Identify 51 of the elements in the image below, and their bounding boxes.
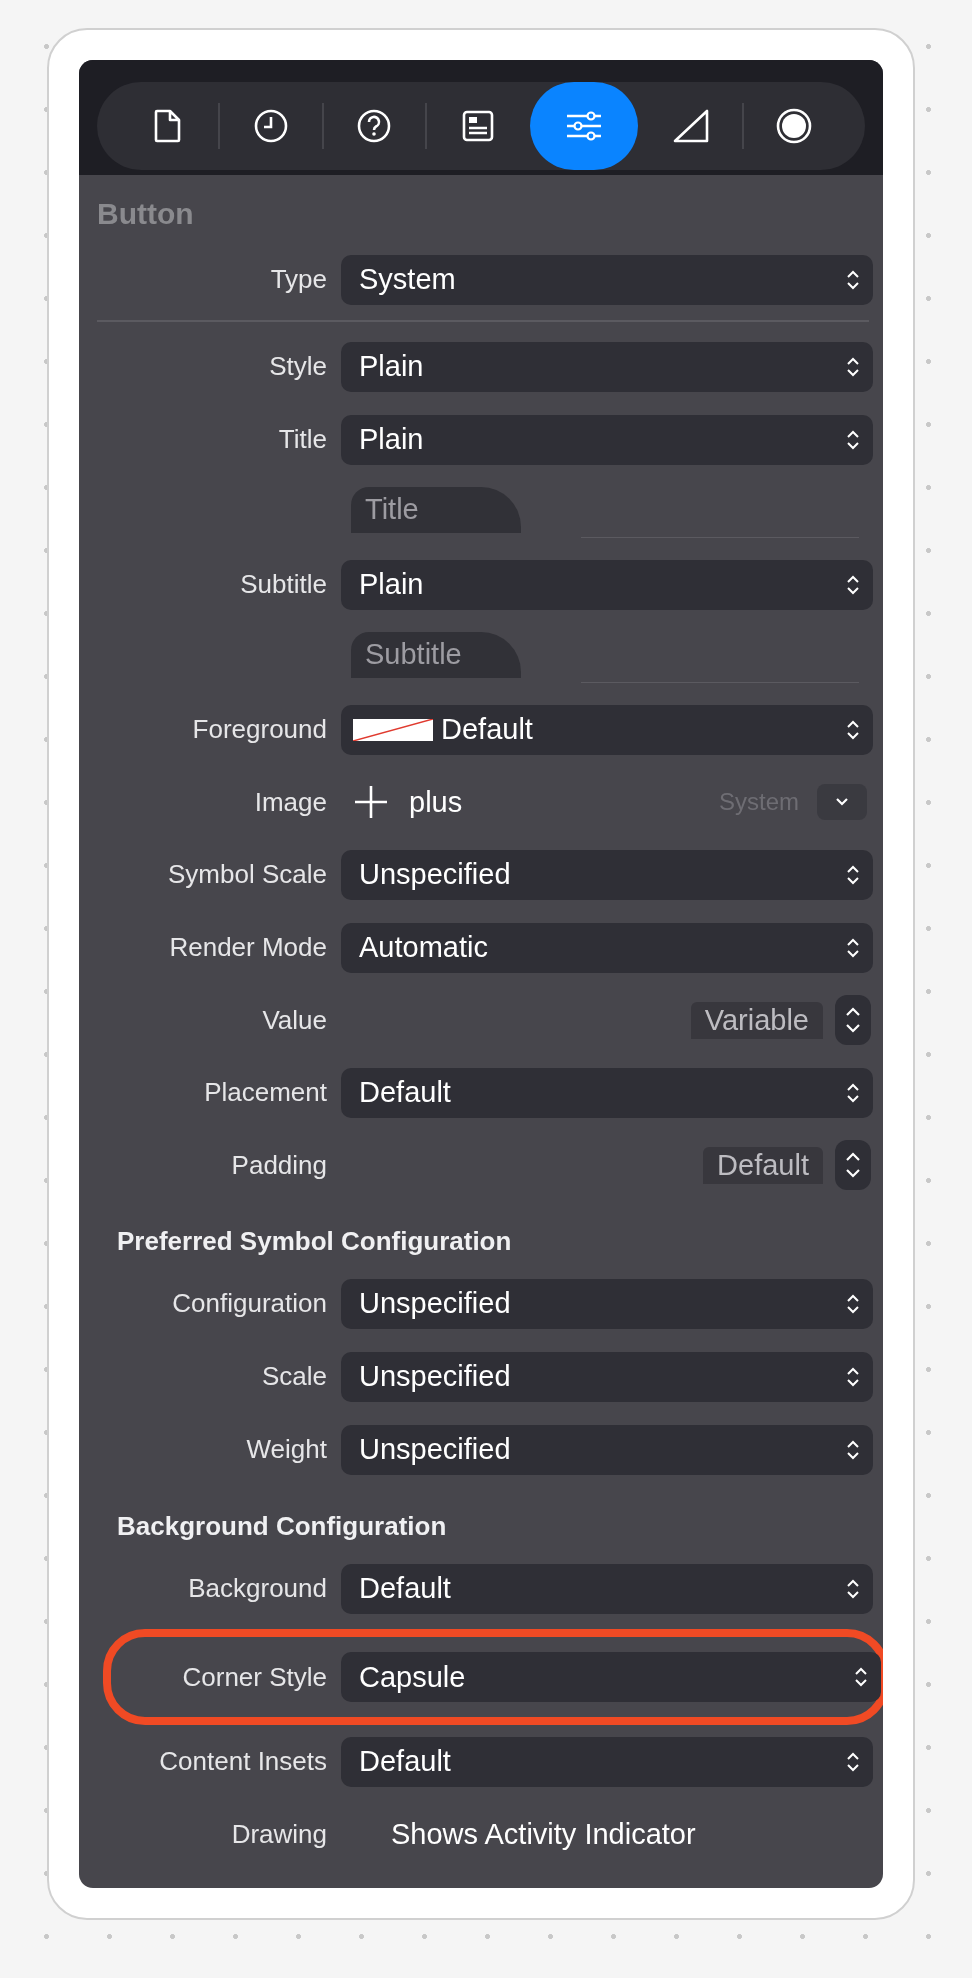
popup-button[interactable]: Default [341,1067,873,1118]
popup-button[interactable]: Unspecified [341,1424,873,1475]
field-label: Value [261,1004,328,1036]
field-label: Drawing [230,1818,328,1850]
field-label: Subtitle [239,569,328,600]
section-title: Button [96,196,195,232]
image-name: plus [409,785,463,819]
field-label: Style [268,351,328,382]
checkbox-label: Shows Activity Indicator [390,1817,696,1851]
popup-button[interactable]: Unspecified [341,1351,873,1402]
popup-button[interactable]: System [341,254,873,305]
triangle-icon [671,108,710,144]
field-label: Weight [245,1434,328,1465]
stepper-value: Default [703,1146,823,1184]
field-label: Render Mode [168,932,328,963]
field-label: Padding [230,1149,328,1181]
chevron-down-icon [834,796,850,808]
field-label: Configuration [171,1288,328,1319]
popup-button[interactable]: Unspecified [341,849,873,900]
field-label: Background [187,1573,328,1604]
stepper-value: Variable [690,1001,823,1039]
updown-chevron-icon [853,1665,869,1689]
popup-button[interactable]: Plain [341,559,873,610]
document-icon [152,108,183,144]
field-label: Scale [260,1361,328,1392]
popup-button[interactable]: Default [341,1736,873,1787]
popup-button[interactable]: Default [341,1563,873,1614]
text-field[interactable]: Title [351,486,521,533]
text-field[interactable]: Subtitle [351,631,521,678]
field-label: Symbol Scale [167,859,328,890]
group-heading: Preferred Symbol Configuration [116,1225,513,1258]
popup-button[interactable]: Plain [341,414,873,465]
popup-button[interactable]: Default [341,704,873,755]
stepper-control[interactable] [835,1140,871,1190]
stepper-control[interactable] [835,995,871,1045]
field-label: Corner Style [181,1661,328,1693]
help-icon [356,108,393,144]
clock-icon [253,108,289,144]
circle-icon [775,107,814,145]
group-heading: Background Configuration [116,1510,448,1543]
popup-button[interactable]: Automatic [341,922,873,973]
popup-button[interactable]: Unspecified [341,1278,873,1329]
color-swatch-icon [353,718,433,741]
field-label: Image [253,786,328,818]
field-label: Title [277,424,328,455]
field-label: Content Insets [158,1746,328,1777]
popup-button[interactable]: Plain [341,341,873,392]
field-label: Placement [203,1077,328,1108]
popup-button[interactable]: Capsule [341,1652,881,1702]
field-label: Type [269,264,328,295]
field-label: Foreground [191,714,328,745]
